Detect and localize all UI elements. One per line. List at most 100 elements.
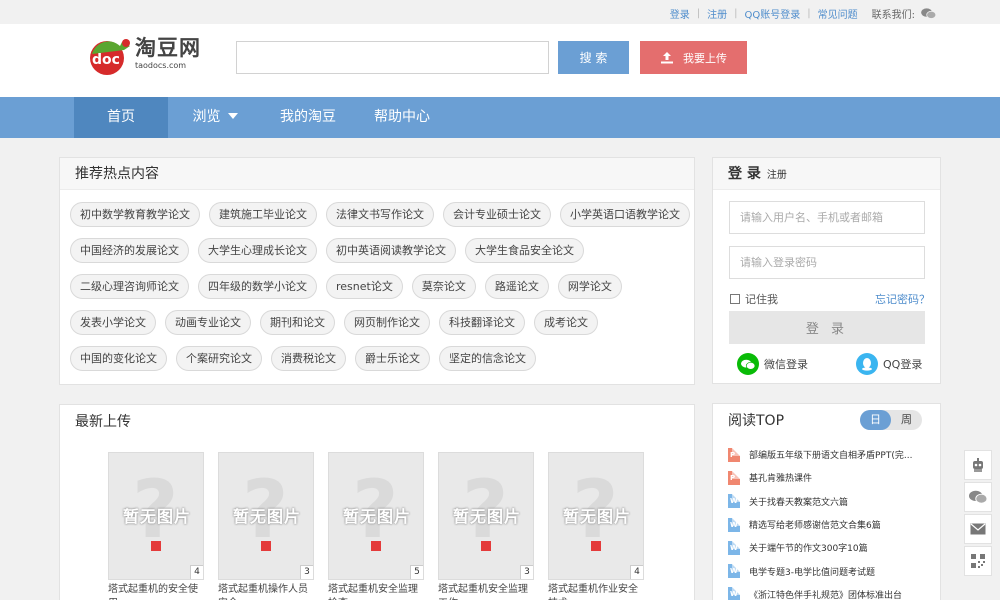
reading-top-item[interactable]: W 电学专题3-电学比值问题考试题: [728, 559, 924, 582]
reading-top-item-title: 部编版五年级下册语文自相矛盾PPT(完...: [749, 451, 913, 462]
reading-top-item-title: 关于端午节的作文300字10篇: [749, 544, 868, 555]
hot-tag[interactable]: resnet论文: [326, 274, 403, 299]
hot-tag[interactable]: 成考论文: [534, 310, 598, 335]
hot-tag[interactable]: 二级心理咨询师论文: [70, 274, 189, 299]
doc-title[interactable]: 塔式起重机安全监理检查: [328, 583, 424, 600]
nav-my-taodou[interactable]: 我的淘豆: [268, 97, 348, 138]
upload-button[interactable]: 我要上传: [640, 41, 747, 74]
doc-title[interactable]: 塔式起重机作业安全技术: [548, 583, 644, 600]
reading-top-item[interactable]: W 关于端午节的作文300字10篇: [728, 536, 924, 559]
qrcode-icon[interactable]: [964, 546, 992, 576]
doc-card[interactable]: ?暂无图片4 塔式起重机的安全使用: [108, 452, 204, 600]
reading-top-item-title: 基孔肯雅热课件: [749, 474, 813, 485]
search-button[interactable]: 搜 索: [558, 41, 629, 74]
hot-tag[interactable]: 法律文书写作论文: [326, 202, 434, 227]
word-file-icon: W: [728, 494, 740, 509]
wechat-icon: [737, 353, 759, 375]
hot-tag-row: 中国经济的发展论文 大学生心理成长论文 初中英语阅读教学论文 大学生食品安全论文: [70, 238, 694, 263]
doc-card[interactable]: ?暂无图片3 塔式起重机安全监理工作: [438, 452, 534, 600]
top-links: 登录 | 注册 | QQ账号登录 | 常见问题 联系我们:: [670, 6, 936, 21]
logo-badge-icon: doc: [90, 39, 130, 75]
hot-tag[interactable]: 初中数学教育教学论文: [70, 202, 200, 227]
reading-top-item[interactable]: W 《浙江特色伴手礼规范》团体标准出台: [728, 583, 924, 600]
wechat-icon[interactable]: [921, 8, 936, 19]
wechat-login[interactable]: 微信登录: [737, 353, 808, 375]
hot-tag[interactable]: 小学英语口语教学论文: [560, 202, 690, 227]
hot-tag[interactable]: 路遥论文: [484, 274, 549, 299]
hot-tag[interactable]: 个案研究论文: [176, 346, 262, 371]
hot-tag[interactable]: 爵士乐论文: [355, 346, 430, 371]
upload-icon: [661, 52, 673, 64]
hot-tag[interactable]: 期刊和论文: [260, 310, 335, 335]
remember-me[interactable]: 记住我: [730, 291, 778, 307]
hot-tag[interactable]: 会计专业硕士论文: [443, 202, 551, 227]
page-count: 4: [190, 565, 203, 579]
hot-tag[interactable]: 莫奈论文: [411, 274, 476, 299]
doc-thumbnail[interactable]: ? 暂无图片 4: [108, 452, 204, 580]
word-file-icon: W: [728, 587, 740, 600]
floating-toolbar: [964, 450, 992, 578]
hot-tag[interactable]: 坚定的信念论文: [439, 346, 536, 371]
hot-tag[interactable]: 建筑施工毕业论文: [209, 202, 317, 227]
hot-tag[interactable]: 大学生食品安全论文: [465, 238, 584, 263]
hot-tag[interactable]: 初中英语阅读教学论文: [326, 238, 456, 263]
login-register-link[interactable]: 注册: [767, 170, 787, 181]
hot-tag[interactable]: 动画专业论文: [165, 310, 251, 335]
doc-card[interactable]: ?暂无图片3 塔式起重机操作人员安全: [218, 452, 314, 600]
reading-top-item[interactable]: W 精选写给老师感谢信范文合集6篇: [728, 513, 924, 536]
hot-tag[interactable]: 中国经济的发展论文: [70, 238, 189, 263]
reading-top-item[interactable]: P 部编版五年级下册语文自相矛盾PPT(完...: [728, 443, 924, 466]
page-count: 4: [630, 565, 643, 579]
doc-title[interactable]: 塔式起重机操作人员安全: [218, 583, 314, 600]
hot-tag[interactable]: 中国的变化论文: [70, 346, 167, 371]
login-title: 登 录: [728, 166, 761, 182]
hot-tag[interactable]: 网学论文: [557, 274, 622, 299]
page-count: 5: [410, 565, 423, 579]
search-input[interactable]: [236, 41, 549, 74]
hot-tag[interactable]: 大学生心理成长论文: [198, 238, 317, 263]
mail-icon[interactable]: [964, 514, 992, 544]
reading-top-item-title: 精选写给老师感谢信范文合集6篇: [749, 521, 881, 532]
doc-card[interactable]: ?暂无图片5 塔式起重机安全监理检查: [328, 452, 424, 600]
doc-thumbnail[interactable]: ? 暂无图片 5: [328, 452, 424, 580]
tab-day[interactable]: 日: [860, 410, 891, 430]
robot-icon[interactable]: [964, 450, 992, 480]
nav-home[interactable]: 首页: [74, 97, 168, 138]
reading-top-item[interactable]: P 基孔肯雅热课件: [728, 466, 924, 489]
main-nav: 首页 浏览 我的淘豆 帮助中心: [0, 97, 1000, 138]
logo-title: 淘豆网: [135, 36, 201, 60]
tab-week[interactable]: 周: [891, 410, 922, 430]
doc-thumbnail[interactable]: ? 暂无图片 3: [218, 452, 314, 580]
login-panel: 登 录注册 请输入用户名、手机或者邮箱 请输入登录密码 记住我 忘记密码？ 登 …: [712, 157, 941, 384]
no-image-label: 暂无图片: [452, 507, 521, 526]
nav-browse[interactable]: 浏览: [179, 97, 251, 138]
password-field[interactable]: 请输入登录密码: [729, 246, 925, 279]
hot-tag[interactable]: 网页制作论文: [344, 310, 430, 335]
nav-help-center[interactable]: 帮助中心: [362, 97, 442, 138]
hot-tag[interactable]: 消费税论文: [271, 346, 346, 371]
hot-tag[interactable]: 四年级的数学小论文: [198, 274, 317, 299]
hot-tag[interactable]: 科技翻译论文: [439, 310, 525, 335]
top-bar: 登录 | 注册 | QQ账号登录 | 常见问题 联系我们:: [0, 0, 1000, 24]
reading-top-item[interactable]: W 关于找春天教案范文六篇: [728, 490, 924, 513]
doc-card[interactable]: ?暂无图片4 塔式起重机作业安全技术: [548, 452, 644, 600]
reading-top-list: P 部编版五年级下册语文自相矛盾PPT(完... P 基孔肯雅热课件 W 关于找春天教案范…: [728, 443, 924, 600]
wechat-icon[interactable]: [964, 482, 992, 512]
doc-title[interactable]: 塔式起重机安全监理工作: [438, 583, 534, 600]
forgot-password-link[interactable]: 忘记密码？: [875, 291, 930, 307]
hot-tag[interactable]: 发表小学论文: [70, 310, 156, 335]
reading-top-item-title: 电学专题3-电学比值问题考试题: [749, 567, 875, 578]
register-link[interactable]: 注册: [707, 6, 727, 21]
doc-title[interactable]: 塔式起重机的安全使用: [108, 583, 204, 600]
site-logo[interactable]: doc 淘豆网 taodocs.com: [86, 36, 201, 76]
qq-login[interactable]: QQ登录: [856, 353, 922, 375]
qq-login-link[interactable]: QQ账号登录: [745, 6, 801, 21]
login-button[interactable]: 登 录: [729, 311, 925, 344]
doc-thumbnail[interactable]: ? 暂无图片 4: [548, 452, 644, 580]
chevron-down-icon: [227, 113, 238, 119]
login-link[interactable]: 登录: [670, 6, 690, 21]
doc-thumbnail[interactable]: ? 暂无图片 3: [438, 452, 534, 580]
username-field[interactable]: 请输入用户名、手机或者邮箱: [729, 201, 925, 234]
remember-checkbox[interactable]: [730, 294, 740, 304]
faq-link[interactable]: 常见问题: [818, 6, 858, 21]
